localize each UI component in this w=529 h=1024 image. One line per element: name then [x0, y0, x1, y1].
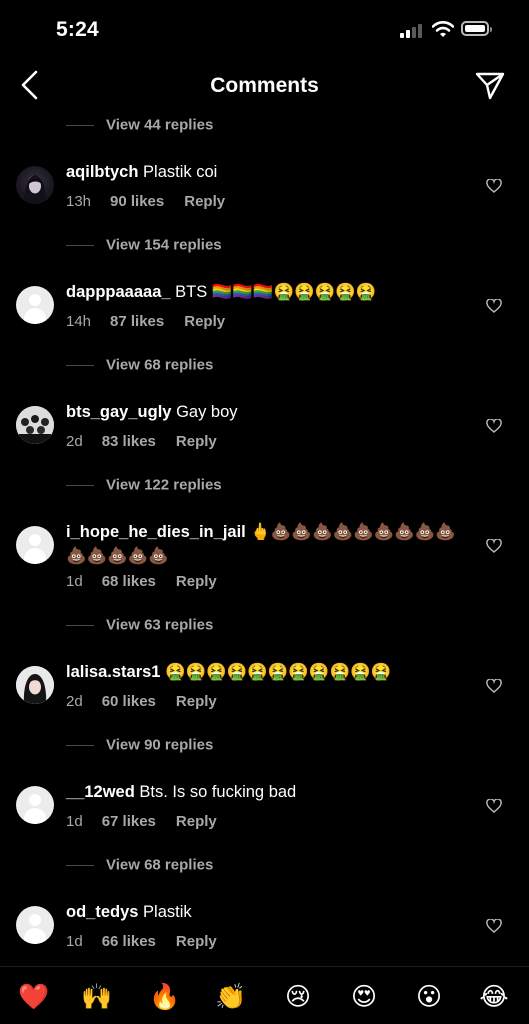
comment-message: BTS 🏳️‍🌈🏳️‍🌈🏳️‍🌈🤮🤮🤮🤮🤮	[175, 283, 377, 301]
avatar[interactable]	[16, 406, 54, 444]
divider-line	[66, 744, 94, 746]
comment-text: lalisa.stars1 🤮🤮🤮🤮🤮🤮🤮🤮🤮🤮🤮	[66, 660, 465, 684]
view-replies-link[interactable]: View 154 replies	[66, 236, 222, 260]
view-replies-link[interactable]: View 68 replies	[66, 356, 213, 380]
comment-username[interactable]: od_tedys	[66, 903, 138, 921]
comment-text: dapppaaaaa_ BTS 🏳️‍🌈🏳️‍🌈🏳️‍🌈🤮🤮🤮🤮🤮	[66, 280, 465, 304]
avatar[interactable]	[16, 906, 54, 944]
comment-meta: 1d 68 likes Reply	[66, 573, 217, 590]
likes-count[interactable]: 68 likes	[102, 573, 156, 590]
comment-meta: 13h 90 likes Reply	[66, 193, 225, 210]
comment-text: od_tedys Plastik	[66, 900, 465, 924]
battery-icon	[461, 21, 492, 36]
avatar[interactable]	[16, 286, 54, 324]
comment-age: 2d	[66, 693, 83, 710]
likes-count[interactable]: 87 likes	[110, 313, 164, 330]
cellular-signal-icon	[400, 24, 426, 38]
comment-meta: 2d 83 likes Reply	[66, 433, 217, 450]
view-replies-link[interactable]: View 68 replies	[66, 856, 213, 880]
heart-icon[interactable]	[486, 419, 502, 433]
comment-age: 1d	[66, 813, 83, 830]
status-bar: 5:24	[0, 0, 529, 60]
avatar[interactable]	[16, 666, 54, 704]
comment-meta: 14h 87 likes Reply	[66, 313, 225, 330]
reply-button[interactable]: Reply	[176, 813, 217, 830]
view-replies-link[interactable]: View 90 replies	[66, 736, 213, 760]
surprised-face-emoji-button[interactable]: 😮	[413, 981, 445, 1013]
comment-text: i_hope_he_dies_in_jail 🖕💩💩💩💩💩💩💩💩💩💩💩💩💩💩	[66, 520, 465, 568]
heart-icon[interactable]	[486, 539, 502, 553]
reply-button[interactable]: Reply	[184, 193, 225, 210]
red-heart-emoji-button[interactable]: ❤️	[18, 981, 50, 1013]
comment-username[interactable]: __12wed	[66, 783, 135, 801]
divider-line	[66, 364, 94, 366]
crying-face-emoji-button[interactable]: 😢	[282, 981, 314, 1013]
comment-username[interactable]: i_hope_he_dies_in_jail	[66, 523, 246, 541]
comment-age: 14h	[66, 313, 92, 330]
avatar[interactable]	[16, 526, 54, 564]
reply-button[interactable]: Reply	[176, 693, 217, 710]
likes-count[interactable]: 90 likes	[110, 193, 164, 210]
divider-line	[66, 244, 94, 246]
comment-age: 1d	[66, 933, 83, 950]
comment-message: Plastik	[143, 903, 192, 921]
likes-count[interactable]: 60 likes	[102, 693, 156, 710]
quick-reaction-bar: ❤️ 🙌 🔥 👏 😢 😍 😮 😂	[0, 966, 529, 1024]
heart-eyes-emoji-button[interactable]: 😍	[348, 981, 380, 1013]
page-title: Comments	[210, 74, 319, 97]
heart-icon[interactable]	[486, 299, 502, 313]
comment-username[interactable]: bts_gay_ugly	[66, 403, 171, 421]
reply-button[interactable]: Reply	[176, 933, 217, 950]
comment-text: aqilbtych Plastik coi	[66, 160, 465, 184]
comment-message: Bts. Is so fucking bad	[139, 783, 297, 801]
view-replies-link[interactable]: View 44 replies	[66, 116, 213, 140]
tears-of-joy-emoji-button[interactable]: 😂	[478, 981, 510, 1013]
view-replies-link[interactable]: View 122 replies	[66, 476, 222, 500]
heart-icon[interactable]	[486, 179, 502, 193]
heart-icon[interactable]	[486, 679, 502, 693]
comment-meta: 2d 60 likes Reply	[66, 693, 217, 710]
comment-text: bts_gay_ugly Gay boy	[66, 400, 465, 424]
header: Comments	[0, 60, 529, 112]
comment-message: Gay boy	[176, 403, 238, 421]
wifi-icon	[432, 21, 454, 37]
status-time: 5:24	[56, 18, 99, 41]
comment-age: 13h	[66, 193, 92, 210]
likes-count[interactable]: 67 likes	[102, 813, 156, 830]
comment-message: Plastik coi	[143, 163, 218, 181]
divider-line	[66, 124, 94, 126]
comment-username[interactable]: aqilbtych	[66, 163, 138, 181]
fire-emoji-button[interactable]: 🔥	[149, 981, 181, 1013]
comment-meta: 1d 67 likes Reply	[66, 813, 217, 830]
likes-count[interactable]: 66 likes	[102, 933, 156, 950]
reply-button[interactable]: Reply	[184, 313, 225, 330]
comment-username[interactable]: dapppaaaaa_	[66, 283, 171, 301]
comment-username[interactable]: lalisa.stars1	[66, 663, 161, 681]
comment-text: __12wed Bts. Is so fucking bad	[66, 780, 465, 804]
avatar[interactable]	[16, 786, 54, 824]
comment-age: 1d	[66, 573, 83, 590]
reply-button[interactable]: Reply	[176, 573, 217, 590]
heart-icon[interactable]	[486, 799, 502, 813]
paper-plane-icon[interactable]	[473, 68, 507, 102]
reply-button[interactable]: Reply	[176, 433, 217, 450]
divider-line	[66, 624, 94, 626]
view-replies-link[interactable]: View 63 replies	[66, 616, 213, 640]
raising-hands-emoji-button[interactable]: 🙌	[81, 981, 113, 1013]
comment-meta: 1d 66 likes Reply	[66, 933, 217, 950]
avatar[interactable]	[16, 166, 54, 204]
likes-count[interactable]: 83 likes	[102, 433, 156, 450]
divider-line	[66, 484, 94, 486]
heart-icon[interactable]	[486, 919, 502, 933]
clapping-hands-emoji-button[interactable]: 👏	[215, 981, 247, 1013]
comment-age: 2d	[66, 433, 83, 450]
divider-line	[66, 864, 94, 866]
comment-message: 🤮🤮🤮🤮🤮🤮🤮🤮🤮🤮🤮	[165, 663, 392, 681]
